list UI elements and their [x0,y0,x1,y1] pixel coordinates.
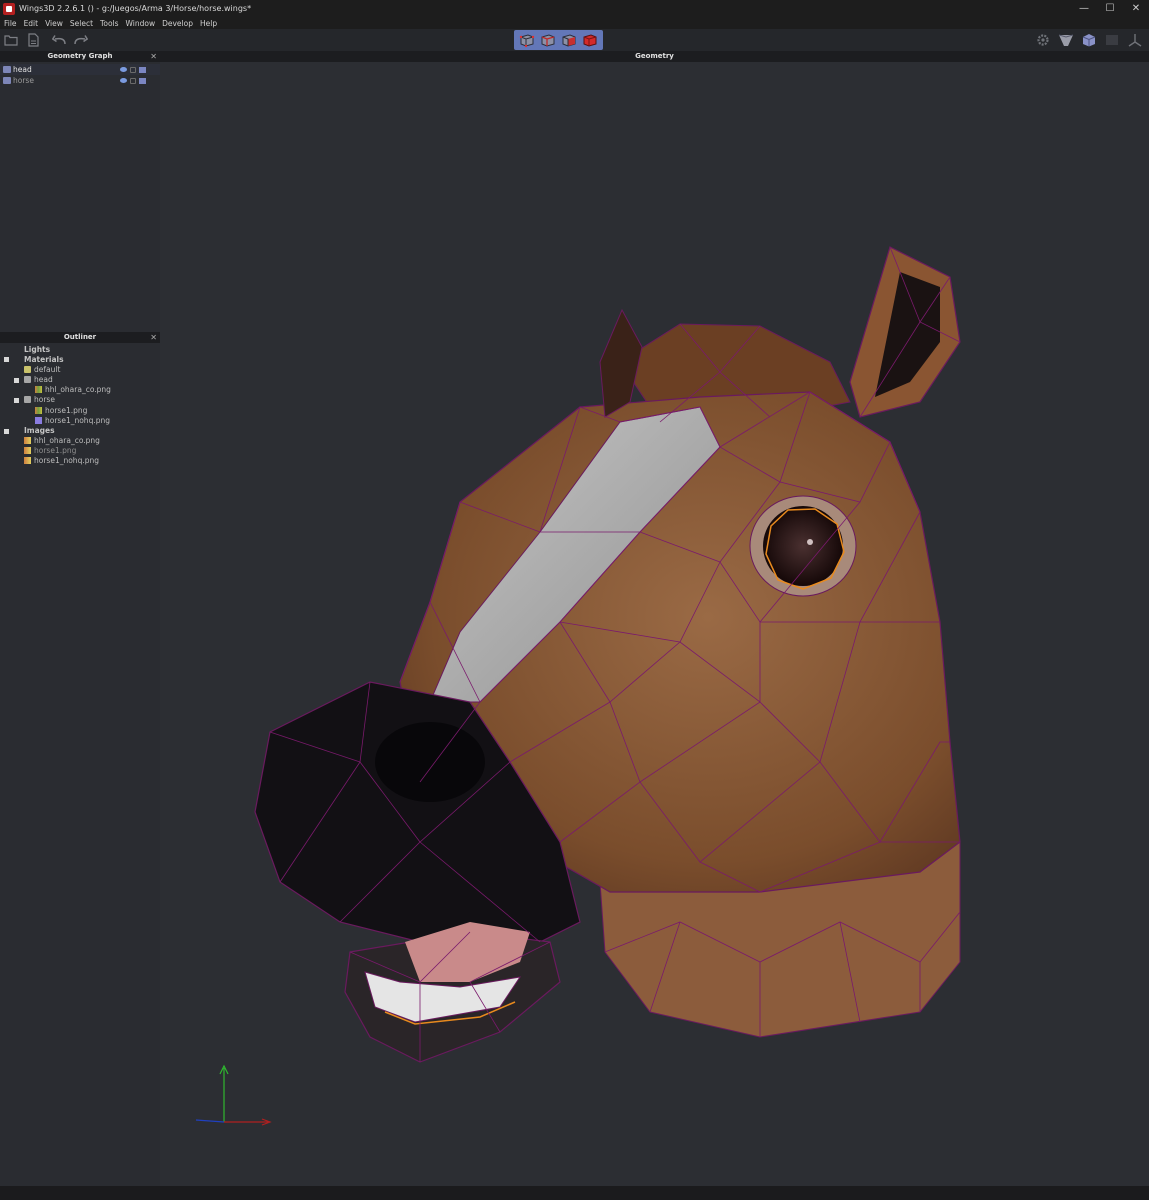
object-name: head [13,65,32,74]
geometry-viewport[interactable] [160,62,1149,1186]
image-item[interactable]: horse1_nohq.png [24,455,99,465]
redo-icon[interactable] [72,32,89,48]
open-folder-icon[interactable] [3,32,20,48]
wireframe-toggle-icon[interactable] [139,77,146,84]
outliner-lights[interactable]: Lights [24,344,50,354]
minimize-button[interactable]: — [1071,0,1097,17]
window-controls: — ☐ ✕ [1071,0,1149,17]
outliner-images[interactable]: Images [24,425,55,435]
settings-gear-icon[interactable] [1034,32,1051,48]
material-head-expand-icon[interactable] [14,378,19,383]
smooth-preview-icon[interactable] [1057,32,1074,48]
ortho-view-icon[interactable] [1103,32,1120,48]
maximize-button[interactable]: ☐ [1097,0,1123,17]
images-label: Images [24,425,55,435]
geometry-graph-panel: head horse [0,62,160,332]
vertex-mode-icon[interactable] [518,32,536,49]
outliner-header: Outliner ✕ [0,332,160,343]
selection-mode-group [514,30,603,50]
geometry-viewport-header: Geometry [160,51,1149,62]
axis-gizmo [195,1064,272,1126]
material-name: horse [34,394,55,404]
material-sphere-icon [24,365,31,373]
shaded-cube-icon[interactable] [1080,32,1097,48]
object-row-horse[interactable]: horse [0,75,160,86]
toolbar [0,29,1149,51]
window-title: Wings3D 2.2.6.1 () - g:/Juegos/Arma 3/Ho… [19,4,252,13]
visibility-eye-icon[interactable] [120,78,127,83]
face-mode-icon[interactable] [560,32,578,49]
image-name: horse1.png [34,445,77,455]
image-file-icon [24,456,31,464]
body-mode-icon[interactable] [581,32,599,49]
texture-image-icon [35,406,42,414]
images-expand-icon[interactable] [4,429,9,434]
lights-label: Lights [24,344,51,354]
lock-icon[interactable] [130,66,136,73]
texture-item[interactable]: hhl_ohara_co.png [35,384,111,394]
status-bar [0,1186,1149,1200]
menu-select[interactable]: Select [70,19,93,28]
object-name: horse [13,76,34,85]
horse-head-model[interactable] [160,62,1149,1186]
materials-expand-icon[interactable] [4,357,9,362]
material-horse-expand-icon[interactable] [14,398,19,403]
texture-image-icon [35,416,42,424]
menu-edit[interactable]: Edit [24,19,39,28]
image-file-icon [24,436,31,444]
image-item[interactable]: hhl_ohara_co.png [24,435,100,445]
outliner-materials[interactable]: Materials [24,354,64,364]
outliner-close-icon[interactable]: ✕ [150,332,157,343]
menu-bar: File Edit View Select Tools Window Devel… [0,17,1149,29]
texture-name: hhl_ohara_co.png [45,384,111,394]
material-name: head [34,374,53,384]
texture-name: horse1.png [45,405,88,415]
image-file-icon [24,446,31,454]
object-cube-icon [3,77,11,84]
texture-name: horse1_nohq.png [45,415,110,425]
object-row-head[interactable]: head [0,64,160,75]
geometry-graph-title: Geometry Graph [47,52,113,60]
image-name: horse1_nohq.png [34,455,99,465]
menu-file[interactable]: File [4,19,17,28]
texture-item[interactable]: horse1.png [35,405,87,415]
geometry-graph-header: Geometry Graph ✕ [0,51,160,62]
outliner-panel: Lights Materials default head hhl_ohara_… [0,343,160,1186]
image-name: hhl_ohara_co.png [34,435,100,445]
material-default[interactable]: default [24,364,60,374]
axes-toggle-icon[interactable] [1126,32,1143,48]
material-sphere-icon [24,395,31,403]
visibility-eye-icon[interactable] [120,67,127,72]
edge-mode-icon[interactable] [539,32,557,49]
eye-highlight [807,539,813,545]
save-file-icon[interactable] [24,32,41,48]
texture-image-icon [35,385,42,393]
close-button[interactable]: ✕ [1123,0,1149,17]
image-item[interactable]: horse1.png [24,445,76,455]
object-cube-icon [3,66,11,73]
materials-label: Materials [24,354,64,364]
lock-icon[interactable] [130,77,136,84]
outliner-title: Outliner [63,333,97,341]
viewport-title: Geometry [635,52,674,60]
geometry-graph-close-icon[interactable]: ✕ [150,51,157,62]
texture-item[interactable]: horse1_nohq.png [35,415,110,425]
material-horse[interactable]: horse [24,394,55,404]
menu-view[interactable]: View [45,19,63,28]
undo-icon[interactable] [51,32,68,48]
left-ear-mesh [599,308,643,418]
nostril [375,722,485,802]
wings3d-logo-icon [3,2,15,15]
menu-help[interactable]: Help [200,19,217,28]
material-name: default [34,364,61,374]
wireframe-toggle-icon[interactable] [139,66,146,73]
menu-develop[interactable]: Develop [162,19,193,28]
material-head[interactable]: head [24,374,53,384]
menu-window[interactable]: Window [126,19,156,28]
menu-tools[interactable]: Tools [100,19,118,28]
material-sphere-icon [24,375,31,383]
title-bar: Wings3D 2.2.6.1 () - g:/Juegos/Arma 3/Ho… [0,0,1149,17]
